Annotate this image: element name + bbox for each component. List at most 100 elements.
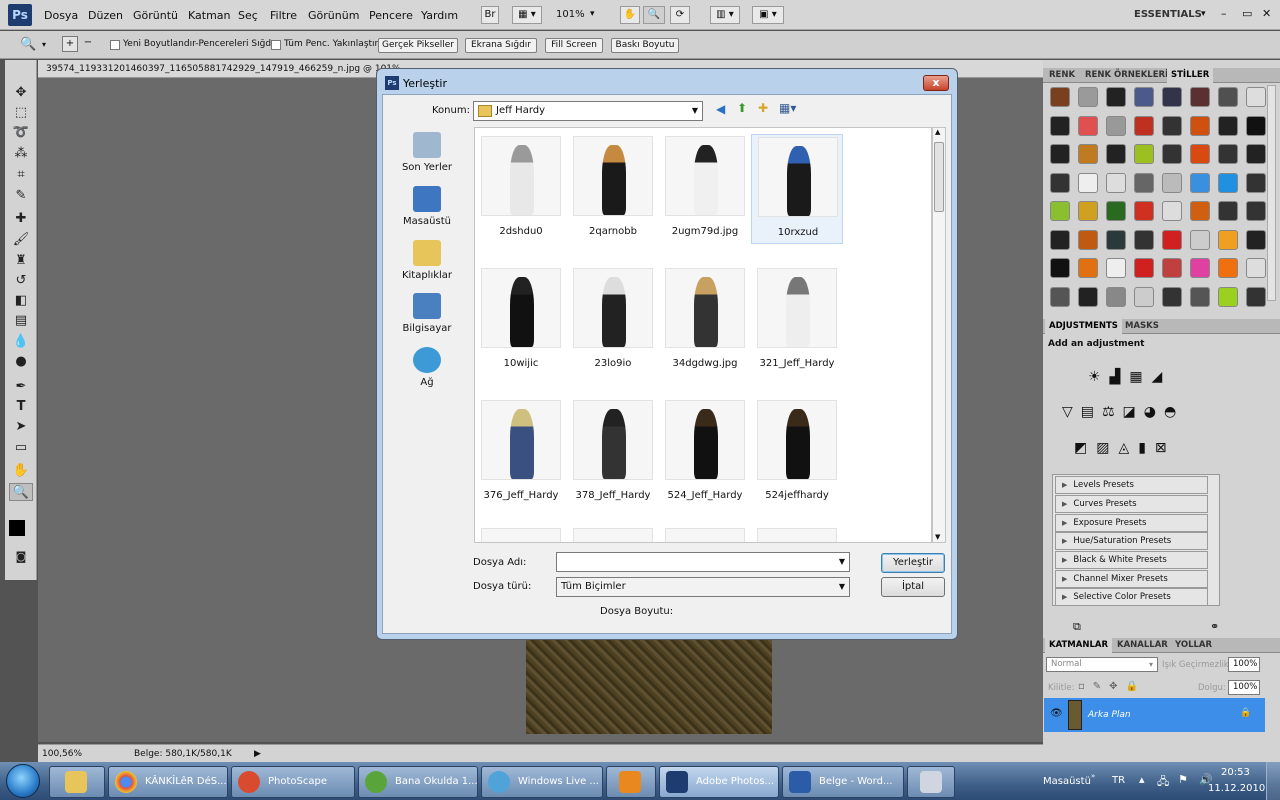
file-thumbnail[interactable] — [481, 528, 561, 542]
pen-tool-icon[interactable]: ✒ — [9, 378, 33, 396]
taskbar-word[interactable]: Belge - Word... — [782, 766, 904, 798]
style-swatch[interactable] — [1078, 286, 1098, 307]
fit-screen-button[interactable]: Ekrana Sığdır — [465, 38, 537, 53]
workspace-switcher[interactable]: ESSENTIALS — [1134, 9, 1202, 20]
location-select[interactable]: Jeff Hardy ▼ — [473, 101, 703, 121]
style-swatch[interactable] — [1134, 172, 1154, 193]
zoom-tool-icon[interactable]: 🔍 — [643, 6, 665, 24]
flag-icon[interactable]: ⚑ — [1178, 773, 1188, 786]
tab-adjustments[interactable]: ADJUSTMENTS — [1045, 319, 1122, 334]
adjustment-layer-icon[interactable]: ⧉ — [1073, 620, 1081, 634]
style-swatch[interactable] — [1190, 144, 1210, 164]
type-tool-icon[interactable]: T — [9, 398, 33, 416]
file-item[interactable]: 321_Jeff_Hardy — [751, 266, 843, 376]
style-swatch[interactable] — [1106, 286, 1126, 307]
file-item[interactable]: 524_Jeff_Hardy — [659, 398, 751, 508]
place-button[interactable]: Yerleştir — [881, 553, 945, 573]
style-swatch[interactable] — [1134, 115, 1154, 136]
style-swatch[interactable] — [1218, 115, 1238, 136]
chevron-down-icon[interactable]: ▾ — [1201, 9, 1206, 19]
zoom-tool-icon[interactable]: 🔍 — [9, 483, 33, 501]
file-item[interactable]: 2ugm79d.jpg — [659, 134, 751, 244]
shape-tool-icon[interactable]: ▭ — [9, 439, 33, 457]
status-zoom[interactable]: 100,56% — [42, 745, 82, 763]
style-swatch[interactable] — [1246, 87, 1266, 107]
style-swatch[interactable] — [1218, 201, 1238, 221]
layer-name[interactable]: Arka Plan — [1088, 710, 1131, 720]
view-menu-icon[interactable]: ▦▾ — [779, 101, 796, 115]
style-swatch[interactable] — [1134, 87, 1154, 107]
zoom-in-icon[interactable]: + — [62, 36, 78, 52]
file-item[interactable]: 34dgdwg.jpg — [659, 266, 751, 376]
style-swatch[interactable] — [1218, 286, 1238, 307]
style-swatch[interactable] — [1106, 258, 1126, 278]
nav-libraries[interactable]: Kitaplıklar — [389, 240, 465, 281]
style-swatch[interactable] — [1050, 286, 1070, 307]
taskbar-photoshop[interactable]: Adobe Photos... — [659, 766, 779, 798]
photoshop-logo[interactable]: Ps — [8, 4, 32, 26]
style-swatch[interactable] — [1134, 201, 1154, 221]
menu-dosya[interactable]: Dosya — [44, 9, 78, 22]
tab-channels[interactable]: KANALLAR — [1113, 638, 1172, 653]
style-swatch[interactable] — [1106, 229, 1126, 250]
style-swatch[interactable] — [1218, 172, 1238, 193]
style-swatch[interactable] — [1162, 201, 1182, 221]
path-selection-icon[interactable]: ➤ — [9, 418, 33, 436]
close-button[interactable]: ✕ — [1262, 7, 1271, 20]
menu-pencere[interactable]: Pencere — [369, 9, 413, 22]
style-swatch[interactable] — [1246, 172, 1266, 193]
file-item[interactable]: 10rxzud — [751, 134, 843, 244]
lock-icons[interactable]: ▫✎✥🔒 — [1078, 681, 1146, 692]
taskbar-photoscape[interactable]: PhotoScape — [231, 766, 355, 798]
chevron-up-icon[interactable]: » — [1091, 772, 1095, 780]
style-swatch[interactable] — [1050, 258, 1070, 278]
taskbar-explorer[interactable] — [49, 766, 105, 798]
style-swatch[interactable] — [1134, 286, 1154, 307]
styles-scrollbar[interactable] — [1267, 85, 1276, 301]
magic-wand-icon[interactable]: ⁂ — [9, 145, 33, 163]
menu-katman[interactable]: Katman — [188, 9, 231, 22]
adjustment-icons-row-1[interactable]: ☀▟▦◢ — [1088, 369, 1192, 389]
cancel-button[interactable]: İptal — [881, 577, 945, 597]
clock-time[interactable]: 20:53 — [1221, 767, 1250, 778]
tab-styles[interactable]: STİLLER — [1167, 68, 1214, 83]
tab-layers[interactable]: KATMANLAR — [1045, 638, 1112, 653]
minimize-button[interactable]: – — [1221, 7, 1227, 20]
dialog-close-button[interactable]: x — [923, 75, 949, 91]
stamp-tool-icon[interactable]: ♜ — [9, 252, 33, 270]
nav-computer[interactable]: Bilgisayar — [389, 293, 465, 334]
file-item[interactable]: 23lo9io — [567, 266, 659, 376]
layer-row[interactable]: 👁 Arka Plan 🔒 — [1044, 698, 1265, 732]
style-swatch[interactable] — [1218, 229, 1238, 250]
adjustment-icons-row-2[interactable]: ▽▤⚖◪◕◓ — [1062, 404, 1222, 424]
style-swatch[interactable] — [1246, 229, 1266, 250]
marquee-tool-icon[interactable]: ⬚ — [9, 104, 33, 122]
style-swatch[interactable] — [1134, 258, 1154, 278]
style-swatch[interactable] — [1106, 201, 1126, 221]
filename-input[interactable]: ▼ — [556, 552, 850, 572]
desktop-toolbar-label[interactable]: Masaüstü — [1043, 776, 1091, 787]
style-swatch[interactable] — [1162, 144, 1182, 164]
style-swatch[interactable] — [1246, 115, 1266, 136]
quick-mask-icon[interactable]: ◙ — [9, 548, 33, 566]
taskbar-messenger[interactable]: Bana Okulda 1... — [358, 766, 478, 798]
screen-mode-icon[interactable]: ▣ ▾ — [752, 6, 784, 24]
move-tool-icon[interactable]: ✥ — [9, 84, 33, 102]
style-swatch[interactable] — [1106, 144, 1126, 164]
adjustment-icons-row-3[interactable]: ◩▨◬▮⊠ — [1074, 440, 1214, 460]
style-swatch[interactable] — [1050, 144, 1070, 164]
language-indicator[interactable]: TR — [1112, 775, 1125, 786]
taskbar-media-player[interactable] — [606, 766, 656, 798]
style-swatch[interactable] — [1246, 286, 1266, 307]
filetype-select[interactable]: Tüm Biçimler ▼ — [556, 577, 850, 597]
style-swatch[interactable] — [1190, 229, 1210, 250]
arrange-documents-icon[interactable]: ▥ ▾ — [710, 6, 740, 24]
maximize-button[interactable]: ▭ — [1242, 7, 1252, 20]
back-icon[interactable]: ◀ — [716, 102, 725, 116]
clock-date[interactable]: 11.12.2010 — [1208, 783, 1265, 794]
preset-exposure[interactable]: Exposure Presets — [1055, 514, 1208, 532]
opacity-input[interactable]: 100% — [1228, 657, 1260, 672]
actual-pixels-button[interactable]: Gerçek Pikseller — [378, 38, 458, 53]
foreground-color-swatch[interactable] — [9, 520, 25, 536]
style-swatch[interactable] — [1246, 144, 1266, 164]
